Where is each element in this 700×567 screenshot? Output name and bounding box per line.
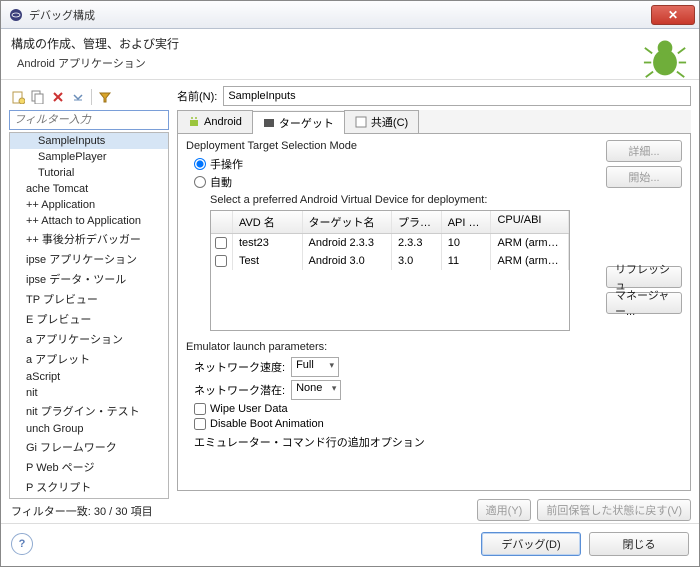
avd-table[interactable]: AVD 名 ターゲット名 プラット... API レベル CPU/ABI tes…	[210, 210, 570, 331]
dialog-footer: ? デバッグ(D) 閉じる	[1, 523, 699, 566]
tab-target[interactable]: ターゲット	[252, 111, 345, 134]
refresh-button[interactable]: リフレッシュ	[606, 266, 682, 288]
name-input[interactable]	[223, 86, 691, 106]
filter-input[interactable]	[9, 110, 169, 130]
debug-button[interactable]: デバッグ(D)	[481, 532, 581, 556]
tree-item[interactable]: P Web ページ	[10, 457, 168, 477]
wipe-data-checkbox[interactable]: Wipe User Data	[194, 403, 598, 415]
avd-select-label: Select a preferred Android Virtual Devic…	[210, 194, 598, 206]
tab-common[interactable]: 共通(C)	[344, 110, 419, 133]
config-tree[interactable]: SampleInputs SamplePlayer Tutorial ache …	[9, 132, 169, 499]
table-row[interactable]: Test Android 3.0 3.0 11 ARM (armea...	[211, 252, 569, 270]
filter-status: フィルター一致: 30 / 30 項目	[9, 499, 169, 523]
duplicate-config-icon[interactable]	[29, 88, 47, 106]
details-button[interactable]: 詳細...	[606, 140, 682, 162]
apply-button[interactable]: 適用(Y)	[477, 499, 532, 521]
delete-config-icon[interactable]	[49, 88, 67, 106]
collapse-icon[interactable]	[69, 88, 87, 106]
help-icon[interactable]: ?	[11, 533, 33, 555]
manager-button[interactable]: マネージャー...	[606, 292, 682, 314]
tree-item[interactable]: ++ Application	[10, 197, 168, 213]
dialog-header: 構成の作成、管理、および実行 Android アプリケーション	[1, 29, 699, 80]
android-icon	[188, 116, 200, 128]
table-row[interactable]: test23 Android 2.3.3 2.3.3 10 ARM (armea…	[211, 234, 569, 252]
radio-manual[interactable]: 手操作	[194, 156, 598, 172]
right-panel: 名前(N): Android ターゲット 共通(C) Deployment Ta…	[177, 86, 691, 523]
titlebar: デバッグ構成 ✕	[1, 1, 699, 29]
start-button[interactable]: 開始...	[606, 166, 682, 188]
new-config-icon[interactable]	[9, 88, 27, 106]
tree-item[interactable]: SamplePlayer	[10, 149, 168, 165]
filter-icon[interactable]	[96, 88, 114, 106]
tree-item[interactable]: E プレビュー	[10, 309, 168, 329]
tree-item[interactable]: unch Group	[10, 421, 168, 437]
tree-item[interactable]: nit プラグイン・テスト	[10, 401, 168, 421]
tree-item[interactable]: P スクリプト	[10, 477, 168, 497]
tree-item[interactable]: SampleInputs	[10, 133, 168, 149]
net-speed-label: ネットワーク速度:	[194, 359, 285, 375]
debug-bug-icon	[643, 35, 687, 79]
tree-item[interactable]: TP プレビュー	[10, 289, 168, 309]
tab-bar: Android ターゲット 共通(C)	[177, 110, 691, 134]
close-button[interactable]: 閉じる	[589, 532, 689, 556]
deploy-mode-label: Deployment Target Selection Mode	[186, 140, 598, 152]
eclipse-icon	[9, 8, 23, 22]
window-close-button[interactable]: ✕	[651, 5, 695, 25]
net-latency-select[interactable]: None	[291, 380, 341, 400]
common-icon	[355, 116, 367, 128]
tree-item[interactable]: ache Tomcat	[10, 181, 168, 197]
radio-auto[interactable]: 自動	[194, 174, 598, 190]
cmdline-label: エミュレーター・コマンド行の追加オプション	[194, 434, 598, 450]
tree-item[interactable]: Tutorial	[10, 165, 168, 181]
revert-button[interactable]: 前回保管した状態に戻す(V)	[537, 499, 691, 521]
tree-item[interactable]: a アプリケーション	[10, 329, 168, 349]
tree-item[interactable]: ipse アプリケーション	[10, 249, 168, 269]
header-subtitle: Android アプリケーション	[11, 55, 689, 71]
tree-item[interactable]: ++ 事後分析デバッガー	[10, 229, 168, 249]
net-latency-label: ネットワーク潜在:	[194, 382, 285, 398]
config-toolbar	[9, 86, 169, 110]
emu-params-label: Emulator launch parameters:	[186, 341, 598, 353]
net-speed-select[interactable]: Full	[291, 357, 339, 377]
avd-checkbox[interactable]	[215, 237, 227, 249]
window-title: デバッグ構成	[29, 7, 651, 23]
tree-item[interactable]: ipse データ・ツール	[10, 269, 168, 289]
avd-checkbox[interactable]	[215, 255, 227, 267]
tree-item[interactable]: aScript	[10, 369, 168, 385]
tree-item[interactable]: Gi フレームワーク	[10, 437, 168, 457]
avd-table-header: AVD 名 ターゲット名 プラット... API レベル CPU/ABI	[211, 211, 569, 234]
target-icon	[263, 117, 275, 129]
tab-android[interactable]: Android	[177, 110, 253, 133]
tree-item[interactable]: a アプレット	[10, 349, 168, 369]
left-panel: SampleInputs SamplePlayer Tutorial ache …	[9, 86, 169, 523]
disable-boot-checkbox[interactable]: Disable Boot Animation	[194, 418, 598, 430]
tree-item[interactable]: nit	[10, 385, 168, 401]
header-title: 構成の作成、管理、および実行	[11, 35, 689, 52]
name-label: 名前(N):	[177, 88, 217, 104]
tree-item[interactable]: ++ Attach to Application	[10, 213, 168, 229]
